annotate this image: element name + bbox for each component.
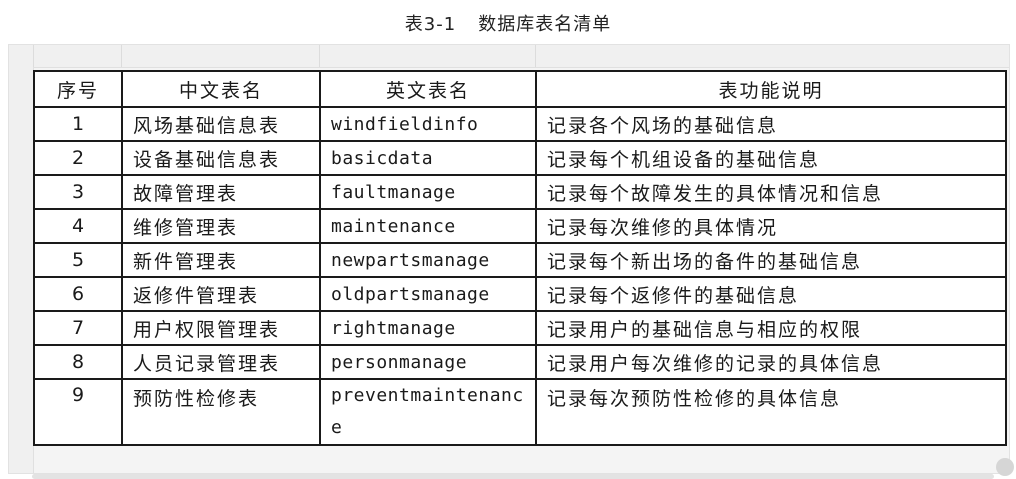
table-row: 3 故障管理表 faultmanage 记录每个故障发生的具体情况和信息	[33, 174, 1007, 210]
cell-no[interactable]: 4	[33, 208, 123, 244]
caption-title: 数据库表名清单	[478, 14, 612, 35]
cell-chinese-name[interactable]: 新件管理表	[121, 242, 321, 278]
column-header[interactable]	[121, 45, 320, 67]
cell-chinese-name[interactable]: 设备基础信息表	[121, 140, 321, 176]
table-row: 7 用户权限管理表 rightmanage 记录用户的基础信息与相应的权限	[33, 310, 1007, 346]
table-container: 序号 中文表名 英文表名 表功能说明 1 风场基础信息表 windfieldin…	[33, 70, 1007, 446]
cell-chinese-name[interactable]: 故障管理表	[121, 174, 321, 210]
cell-description[interactable]: 记录用户的基础信息与相应的权限	[535, 310, 1007, 346]
cell-description[interactable]: 记录每个新出场的备件的基础信息	[535, 242, 1007, 278]
cell-english-name[interactable]: preventmaintenance	[319, 378, 537, 446]
column-header-bar	[9, 45, 1009, 68]
cell-english-name[interactable]: rightmanage	[319, 310, 537, 346]
row-header-bar	[9, 67, 34, 473]
cell-chinese-name[interactable]: 人员记录管理表	[121, 344, 321, 380]
table-row: 9 预防性检修表 preventmaintenance 记录每次预防性检修的具体…	[33, 378, 1007, 446]
cell-chinese-name[interactable]: 预防性检修表	[121, 378, 321, 446]
header-no[interactable]: 序号	[33, 70, 123, 108]
cell-description[interactable]: 记录每个返修件的基础信息	[535, 276, 1007, 312]
horizontal-scrollbar[interactable]	[32, 474, 994, 479]
page: 表3-1 数据库表名清单 序号 中文表名 英文表名 表功能说明 1 风场基础信息…	[0, 0, 1016, 479]
cell-english-name[interactable]: newpartsmanage	[319, 242, 537, 278]
table-row: 1 风场基础信息表 windfieldinfo 记录各个风场的基础信息	[33, 106, 1007, 142]
table-caption: 表3-1 数据库表名清单	[0, 10, 1016, 36]
scroll-handle-icon[interactable]	[996, 458, 1014, 476]
cell-no[interactable]: 9	[33, 378, 123, 446]
header-description[interactable]: 表功能说明	[535, 70, 1007, 108]
table-row: 2 设备基础信息表 basicdata 记录每个机组设备的基础信息	[33, 140, 1007, 176]
cell-description[interactable]: 记录每个故障发生的具体情况和信息	[535, 174, 1007, 210]
cell-english-name[interactable]: maintenance	[319, 208, 537, 244]
table-row: 5 新件管理表 newpartsmanage 记录每个新出场的备件的基础信息	[33, 242, 1007, 278]
cell-description[interactable]: 记录每次预防性检修的具体信息	[535, 378, 1007, 446]
cell-english-name[interactable]: faultmanage	[319, 174, 537, 210]
cell-no[interactable]: 6	[33, 276, 123, 312]
caption-number: 表3-1	[404, 14, 457, 35]
database-table-list: 序号 中文表名 英文表名 表功能说明 1 风场基础信息表 windfieldin…	[33, 70, 1007, 446]
column-header[interactable]	[535, 45, 1009, 67]
table-row: 8 人员记录管理表 personmanage 记录用户每次维修的记录的具体信息	[33, 344, 1007, 380]
table-row: 4 维修管理表 maintenance 记录每次维修的具体情况	[33, 208, 1007, 244]
cell-english-name[interactable]: personmanage	[319, 344, 537, 380]
cell-no[interactable]: 5	[33, 242, 123, 278]
cell-chinese-name[interactable]: 用户权限管理表	[121, 310, 321, 346]
cell-chinese-name[interactable]: 风场基础信息表	[121, 106, 321, 142]
cell-description[interactable]: 记录用户每次维修的记录的具体信息	[535, 344, 1007, 380]
cell-no[interactable]: 2	[33, 140, 123, 176]
cell-description[interactable]: 记录每次维修的具体情况	[535, 208, 1007, 244]
cell-no[interactable]: 8	[33, 344, 123, 380]
header-row: 序号 中文表名 英文表名 表功能说明	[33, 70, 1007, 108]
table-row: 6 返修件管理表 oldpartsmanage 记录每个返修件的基础信息	[33, 276, 1007, 312]
cell-no[interactable]: 1	[33, 106, 123, 142]
header-chinese-name[interactable]: 中文表名	[121, 70, 321, 108]
column-header[interactable]	[319, 45, 536, 67]
cell-english-name[interactable]: oldpartsmanage	[319, 276, 537, 312]
cell-english-name[interactable]: basicdata	[319, 140, 537, 176]
cell-chinese-name[interactable]: 返修件管理表	[121, 276, 321, 312]
corner-cell	[9, 45, 34, 67]
column-header[interactable]	[33, 45, 122, 67]
cell-description[interactable]: 记录各个风场的基础信息	[535, 106, 1007, 142]
cell-english-name[interactable]: windfieldinfo	[319, 106, 537, 142]
cell-no[interactable]: 3	[33, 174, 123, 210]
cell-chinese-name[interactable]: 维修管理表	[121, 208, 321, 244]
header-english-name[interactable]: 英文表名	[319, 70, 537, 108]
cell-no[interactable]: 7	[33, 310, 123, 346]
cell-description[interactable]: 记录每个机组设备的基础信息	[535, 140, 1007, 176]
